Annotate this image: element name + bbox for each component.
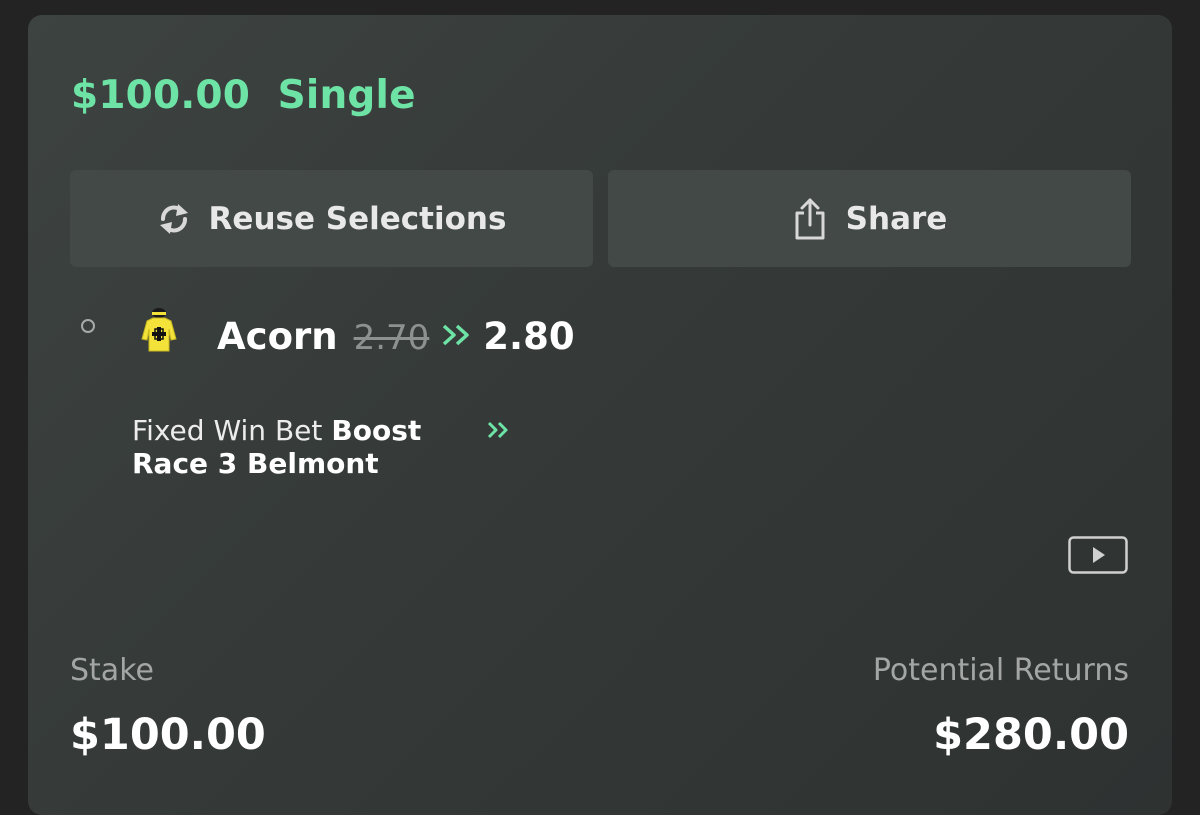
new-odds: 2.80 [483,315,575,358]
old-odds: 2.70 [353,318,430,358]
potential-returns-label: Potential Returns [872,653,1129,688]
share-icon [792,197,828,241]
bet-type: Single [277,73,416,118]
market-name: Fixed Win Bet [132,414,323,447]
share-button[interactable]: Share [608,170,1131,267]
event-name: Race 3 Belmont [132,447,379,480]
play-video-icon[interactable] [1068,536,1128,578]
boost-label: Boost [331,414,422,447]
runner-name: Acorn [217,315,338,358]
bet-card: $100.00 Single Reuse Selections Share Ac… [28,15,1172,815]
bet-title: $100.00 Single [71,73,416,118]
selection-header: Acorn 2.70 2.80 [217,315,575,358]
reuse-selections-label: Reuse Selections [208,200,507,237]
refresh-icon [157,200,191,238]
stake-label: Stake [70,653,154,688]
odds-boost-arrow-icon [441,323,473,351]
share-label: Share [845,200,948,237]
stake-value: $100.00 [70,710,266,760]
bet-amount: $100.00 [71,73,251,118]
reuse-selections-button[interactable]: Reuse Selections [70,170,593,267]
selection-radio[interactable] [81,319,95,333]
jockey-silk-icon [138,305,180,359]
potential-returns-value: $280.00 [933,710,1129,760]
boost-chevron-icon [433,381,510,480]
